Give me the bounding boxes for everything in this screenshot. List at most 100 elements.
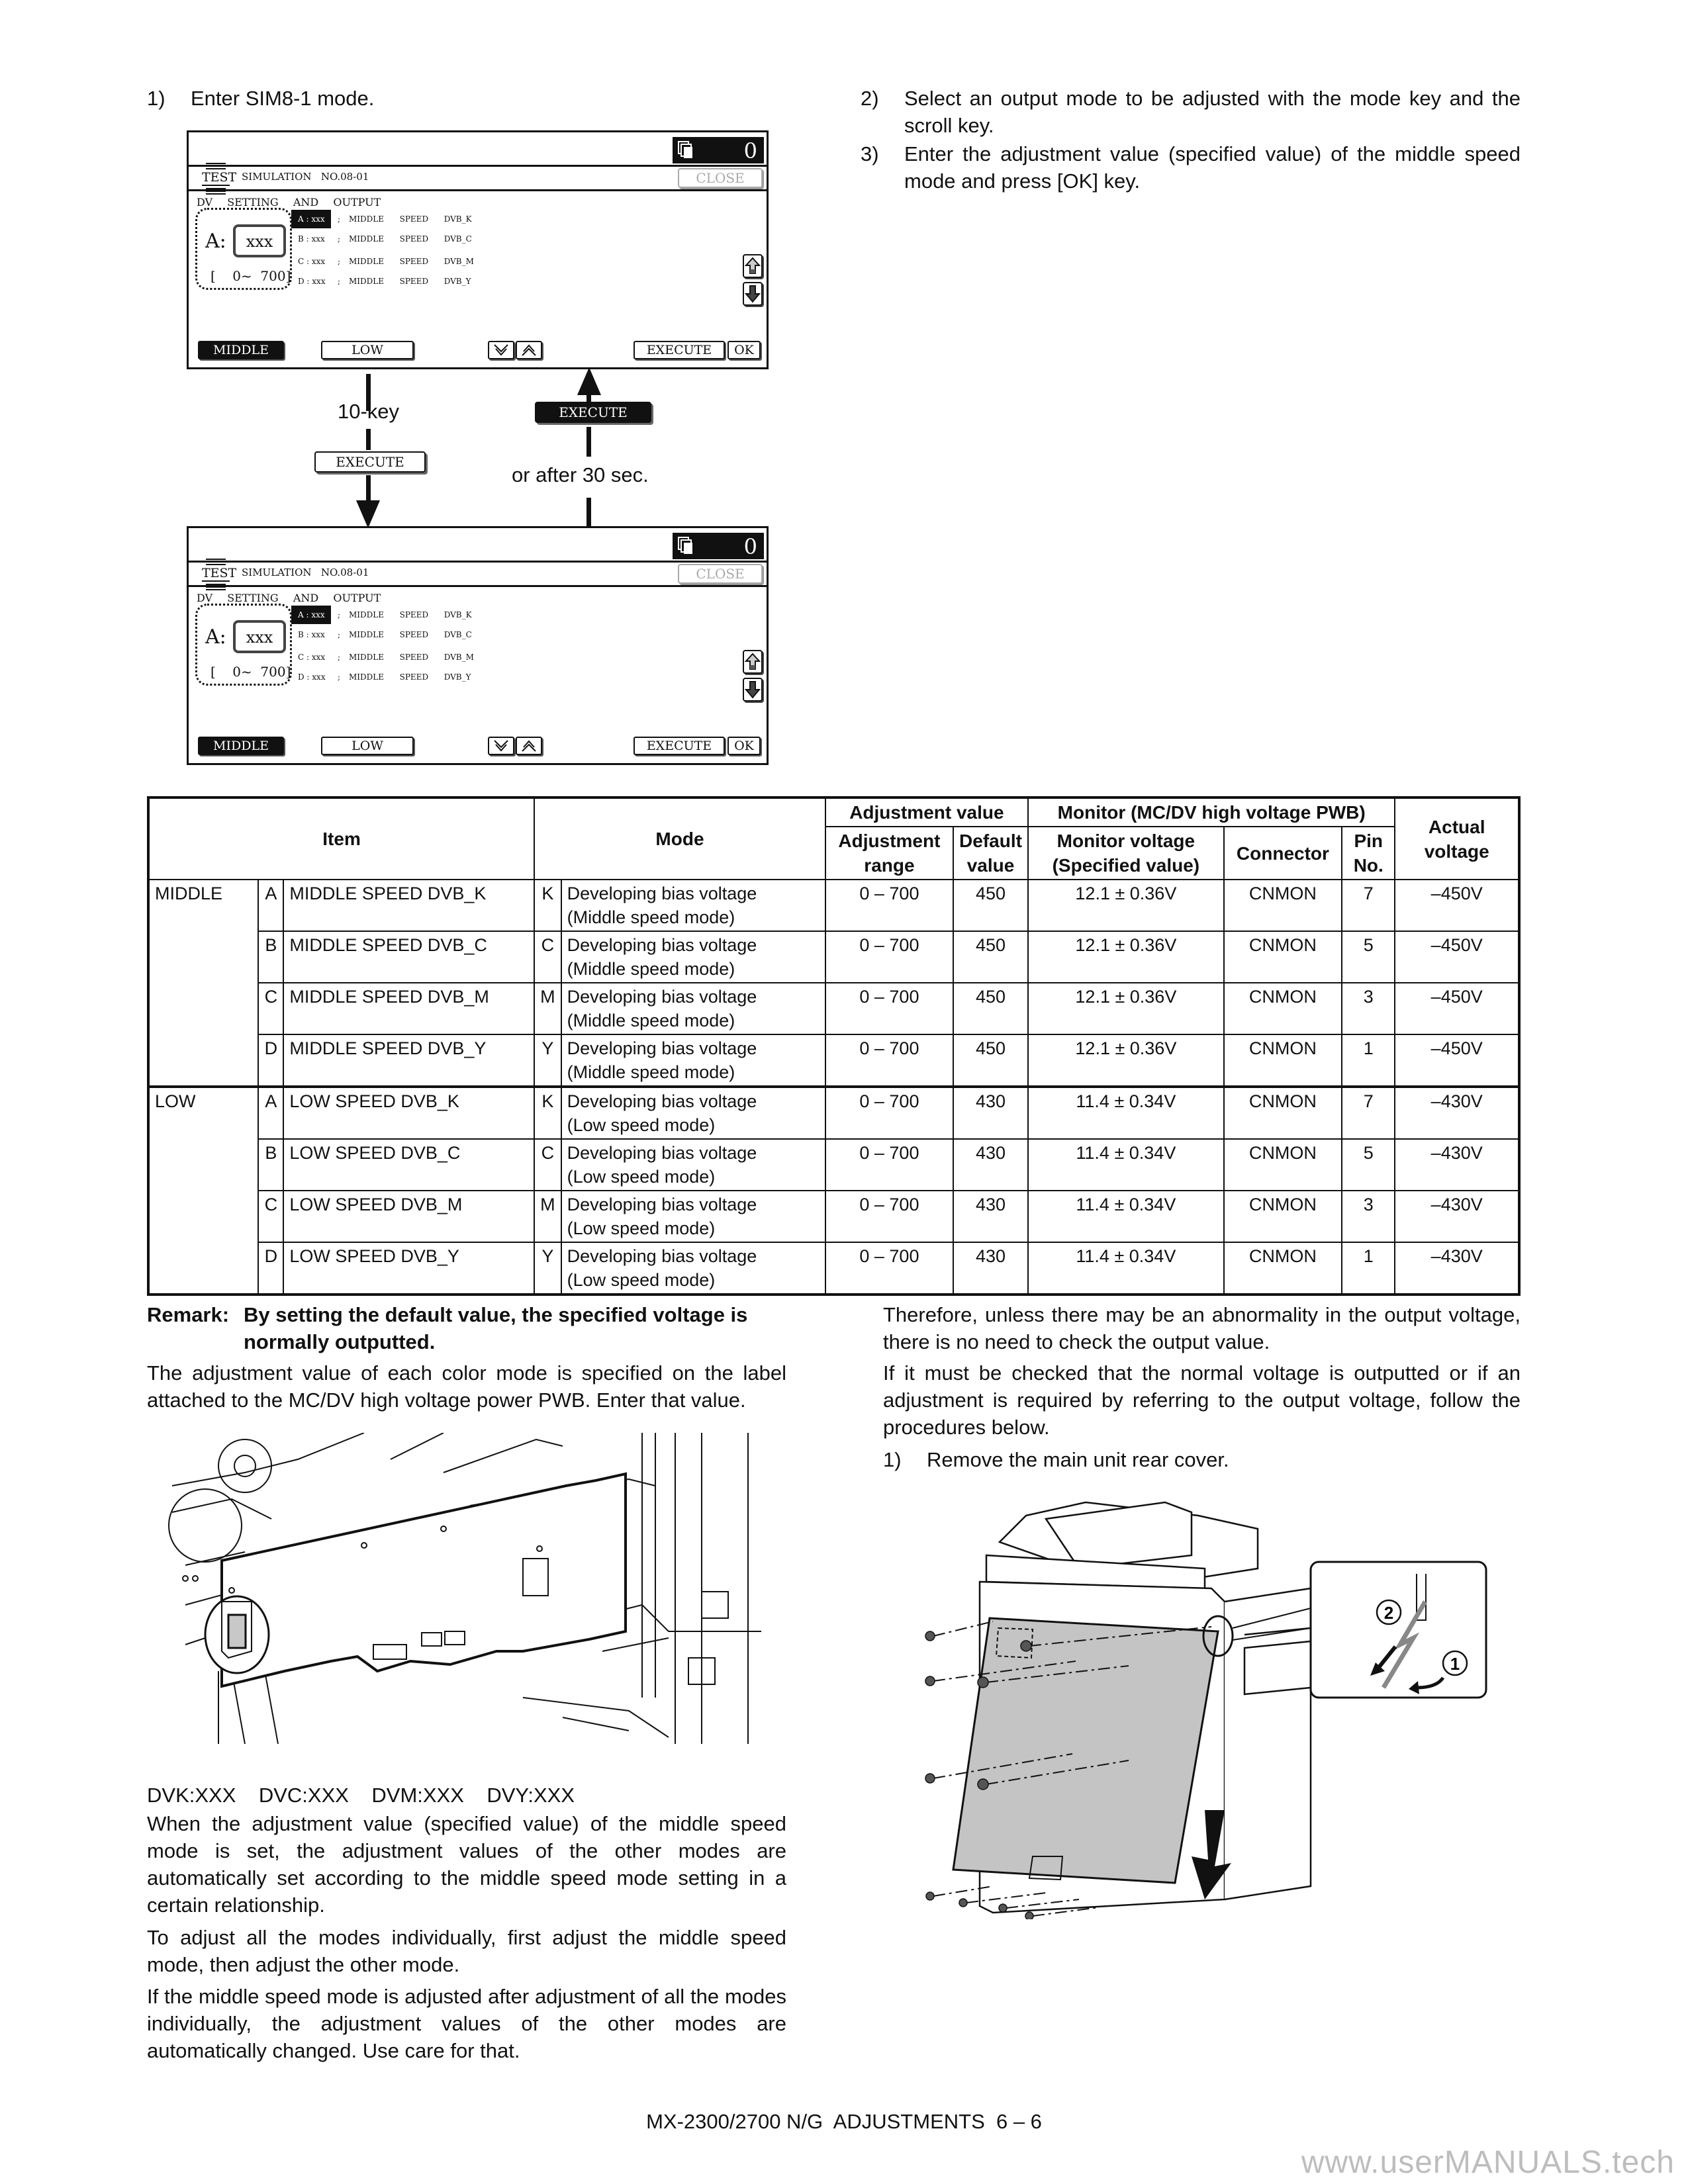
simulation-screen-after: 0 TEST SIMULATION NO.08-01 CLOSE DV SETT… [187,526,769,765]
table-row: D MIDDLE SPEED DVB_Y Y Developing bias volt… [148,1034,1520,1087]
mode-low-button[interactable]: LOW [321,341,414,359]
item-cell: LOW SPEED DVB_C [283,1138,536,1191]
pwb-label-illustration [168,1433,761,1745]
list-item[interactable]: D : xxx ; MIDDLE SPEED DVB_Y [291,272,688,291]
double-chevron-down-icon [494,740,508,752]
page-down-button[interactable] [488,737,514,755]
item-cell: LOW SPEED DVB_Y [283,1242,536,1295]
scroll-down-button[interactable] [743,282,763,306]
monitor-voltage-cell: 12.1 ± 0.36V [1027,1034,1225,1087]
mode-cell: Developing bias voltage (Low speed mode) [560,1242,826,1295]
pin-cell: 1 [1341,1242,1396,1295]
label-values: DVK:XXX DVC:XXX DVM:XXX DVY:XXX [147,1784,575,1807]
execute-button[interactable]: EXECUTE [633,737,725,755]
execute-chip: EXECUTE [535,402,651,423]
ok-button[interactable]: OK [727,341,761,359]
svg-text:2: 2 [1384,1603,1393,1623]
pin-cell: 7 [1341,879,1396,932]
key-cell: B [258,1138,285,1191]
ok-button[interactable]: OK [727,737,761,755]
watermark: www.userMANUALS.tech [1301,2145,1675,2180]
mode-middle-button[interactable]: MIDDLE [198,737,284,755]
value-entry-panel: A: xxx [ 0~ 700] [195,604,292,686]
mode-line: Developing bias voltage [567,1246,757,1266]
list-item[interactable]: A : xxx ; MIDDLE SPEED DVB_K [291,606,688,624]
scroll-up-button[interactable] [743,650,763,674]
adjustment-table: Item Mode Adjustment value Monitor (MC/D… [147,796,1521,1296]
header-adjustment-value: Adjustment value [824,797,1029,827]
header-default-value: Default value [953,826,1029,880]
flow-line [586,427,591,457]
mode-line: Developing bias voltage [567,1143,757,1163]
monitor-voltage-cell: 12.1 ± 0.36V [1027,879,1225,932]
mode-middle-button[interactable]: MIDDLE [198,341,284,359]
simulation-title: SIMULATION NO.08-01 [242,567,369,578]
value-entry-panel: A: xxx [ 0~ 700] [195,208,292,290]
default-cell: 430 [953,1085,1029,1140]
value-input[interactable]: xxx [233,224,286,257]
label-intro-paragraph: The adjustment value of each color mode … [147,1361,786,1412]
row-separator: ; [338,234,341,244]
actual-voltage-cell: –430V [1394,1242,1520,1295]
remark-text: By setting the default value, the specif… [244,1303,748,1353]
close-button[interactable]: CLOSE [678,168,763,188]
item-cell: MIDDLE SPEED DVB_K [283,879,536,932]
row-separator: ; [338,653,341,662]
close-button[interactable]: CLOSE [678,564,763,584]
row-separator: ; [338,257,341,266]
default-cell: 450 [953,982,1029,1035]
page-down-button[interactable] [488,341,514,359]
execute-button[interactable]: EXECUTE [633,341,725,359]
color-cell: M [534,982,562,1035]
remark-label: Remark: [147,1303,230,1326]
mode-line: Developing bias voltage [567,884,757,903]
mode-cell: Developing bias voltage (Middle speed mod… [560,982,826,1035]
color-cell: C [534,1138,562,1191]
paragraph-check-procedure: If it must be checked that the normal vo… [883,1361,1521,1439]
step-text: Remove the main unit rear cover. [927,1448,1229,1471]
row-separator: ; [338,277,341,286]
connector-cell: CNMON [1223,931,1343,983]
connector-cell: CNMON [1223,1034,1343,1087]
mode-line: Developing bias voltage [567,935,757,955]
section-label: DV SETTING AND OUTPUT [197,196,381,208]
list-item[interactable]: A : xxx ; MIDDLE SPEED DVB_K [291,210,688,228]
row-key: A : xxx [291,210,331,228]
scroll-up-button[interactable] [743,254,763,278]
list-item[interactable]: B : xxx ; MIDDLE SPEED DVB_C [291,625,688,644]
copies-icon [678,537,692,554]
screen-title-bar: TEST SIMULATION NO.08-01 CLOSE [189,163,767,195]
screen-title-bar: TEST SIMULATION NO.08-01 CLOSE [189,559,767,590]
page-footer: MX-2300/2700 N/G ADJUSTMENTS 6 – 6 [646,2110,1042,2133]
table-row: MIDDLE A MIDDLE SPEED DVB_K K Developing bia… [147,879,1520,1087]
color-cell: K [534,1085,562,1140]
table-row: B LOW SPEED DVB_C C Developing bias voltage… [148,1138,1520,1191]
pin-cell: 1 [1341,1034,1396,1087]
page-up-button[interactable] [516,341,542,359]
list-item[interactable]: D : xxx ; MIDDLE SPEED DVB_Y [291,668,688,686]
flow-label-timeout: or after 30 sec. [512,463,649,486]
actual-voltage-cell: –430V [1394,1138,1520,1191]
row-desc: MIDDLE SPEED DVB_K [349,610,472,619]
list-item[interactable]: C : xxx ; MIDDLE SPEED DVB_M [291,252,688,271]
list-item[interactable]: B : xxx ; MIDDLE SPEED DVB_C [291,230,688,248]
monitor-voltage-cell: 11.4 ± 0.34V [1027,1242,1225,1295]
actual-voltage-cell: –450V [1394,931,1520,983]
arrow-up-icon [577,367,601,395]
section-label: DV SETTING AND OUTPUT [197,592,381,604]
pwb-board [220,1472,627,1688]
page-up-button[interactable] [516,737,542,755]
actual-voltage-cell: –430V [1394,1190,1520,1243]
copies-icon [678,141,692,158]
mode-low-button[interactable]: LOW [321,737,414,755]
key-cell: A [258,879,285,932]
connector-cell: CNMON [1223,982,1343,1035]
list-item[interactable]: C : xxx ; MIDDLE SPEED DVB_M [291,648,688,666]
mode-cell: Developing bias voltage (Low speed mode) [560,1138,826,1191]
mode-line: Developing bias voltage [567,1091,757,1111]
scroll-down-button[interactable] [743,678,763,702]
mode-cell: Developing bias voltage (Middle speed mod… [560,931,826,983]
value-input[interactable]: xxx [233,620,286,653]
row-key: D : xxx [298,277,326,286]
pin-cell: 5 [1341,1138,1396,1191]
